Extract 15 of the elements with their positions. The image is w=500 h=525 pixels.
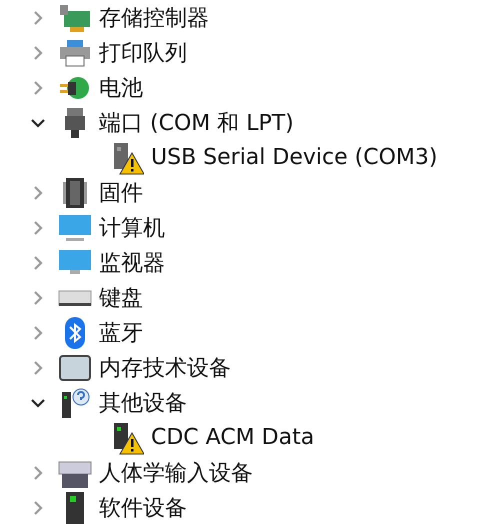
tree-item[interactable]: 计算机	[99, 212, 165, 242]
tree-item[interactable]: USB Serial Device (COM3)	[151, 145, 438, 170]
tree-item[interactable]: 电池	[99, 72, 143, 102]
tree-item[interactable]: 蓝牙	[99, 318, 143, 348]
tree-item[interactable]: 软件设备	[99, 492, 187, 522]
tree-item[interactable]: 打印队列	[99, 38, 187, 68]
tree-item[interactable]: 端口 (COM 和 LPT)	[99, 108, 294, 138]
tree-item[interactable]: 内存技术设备	[99, 352, 231, 382]
tree-item[interactable]: 监视器	[99, 248, 165, 278]
tree-item[interactable]: 键盘	[99, 282, 143, 312]
tree-item[interactable]: 其他设备	[99, 388, 187, 418]
tree-item[interactable]: 存储控制器	[99, 2, 209, 32]
tree-item[interactable]: 人体学输入设备	[99, 458, 253, 488]
tree-item[interactable]: 固件	[99, 178, 143, 208]
tree-item[interactable]: CDC ACM Data	[151, 425, 314, 450]
